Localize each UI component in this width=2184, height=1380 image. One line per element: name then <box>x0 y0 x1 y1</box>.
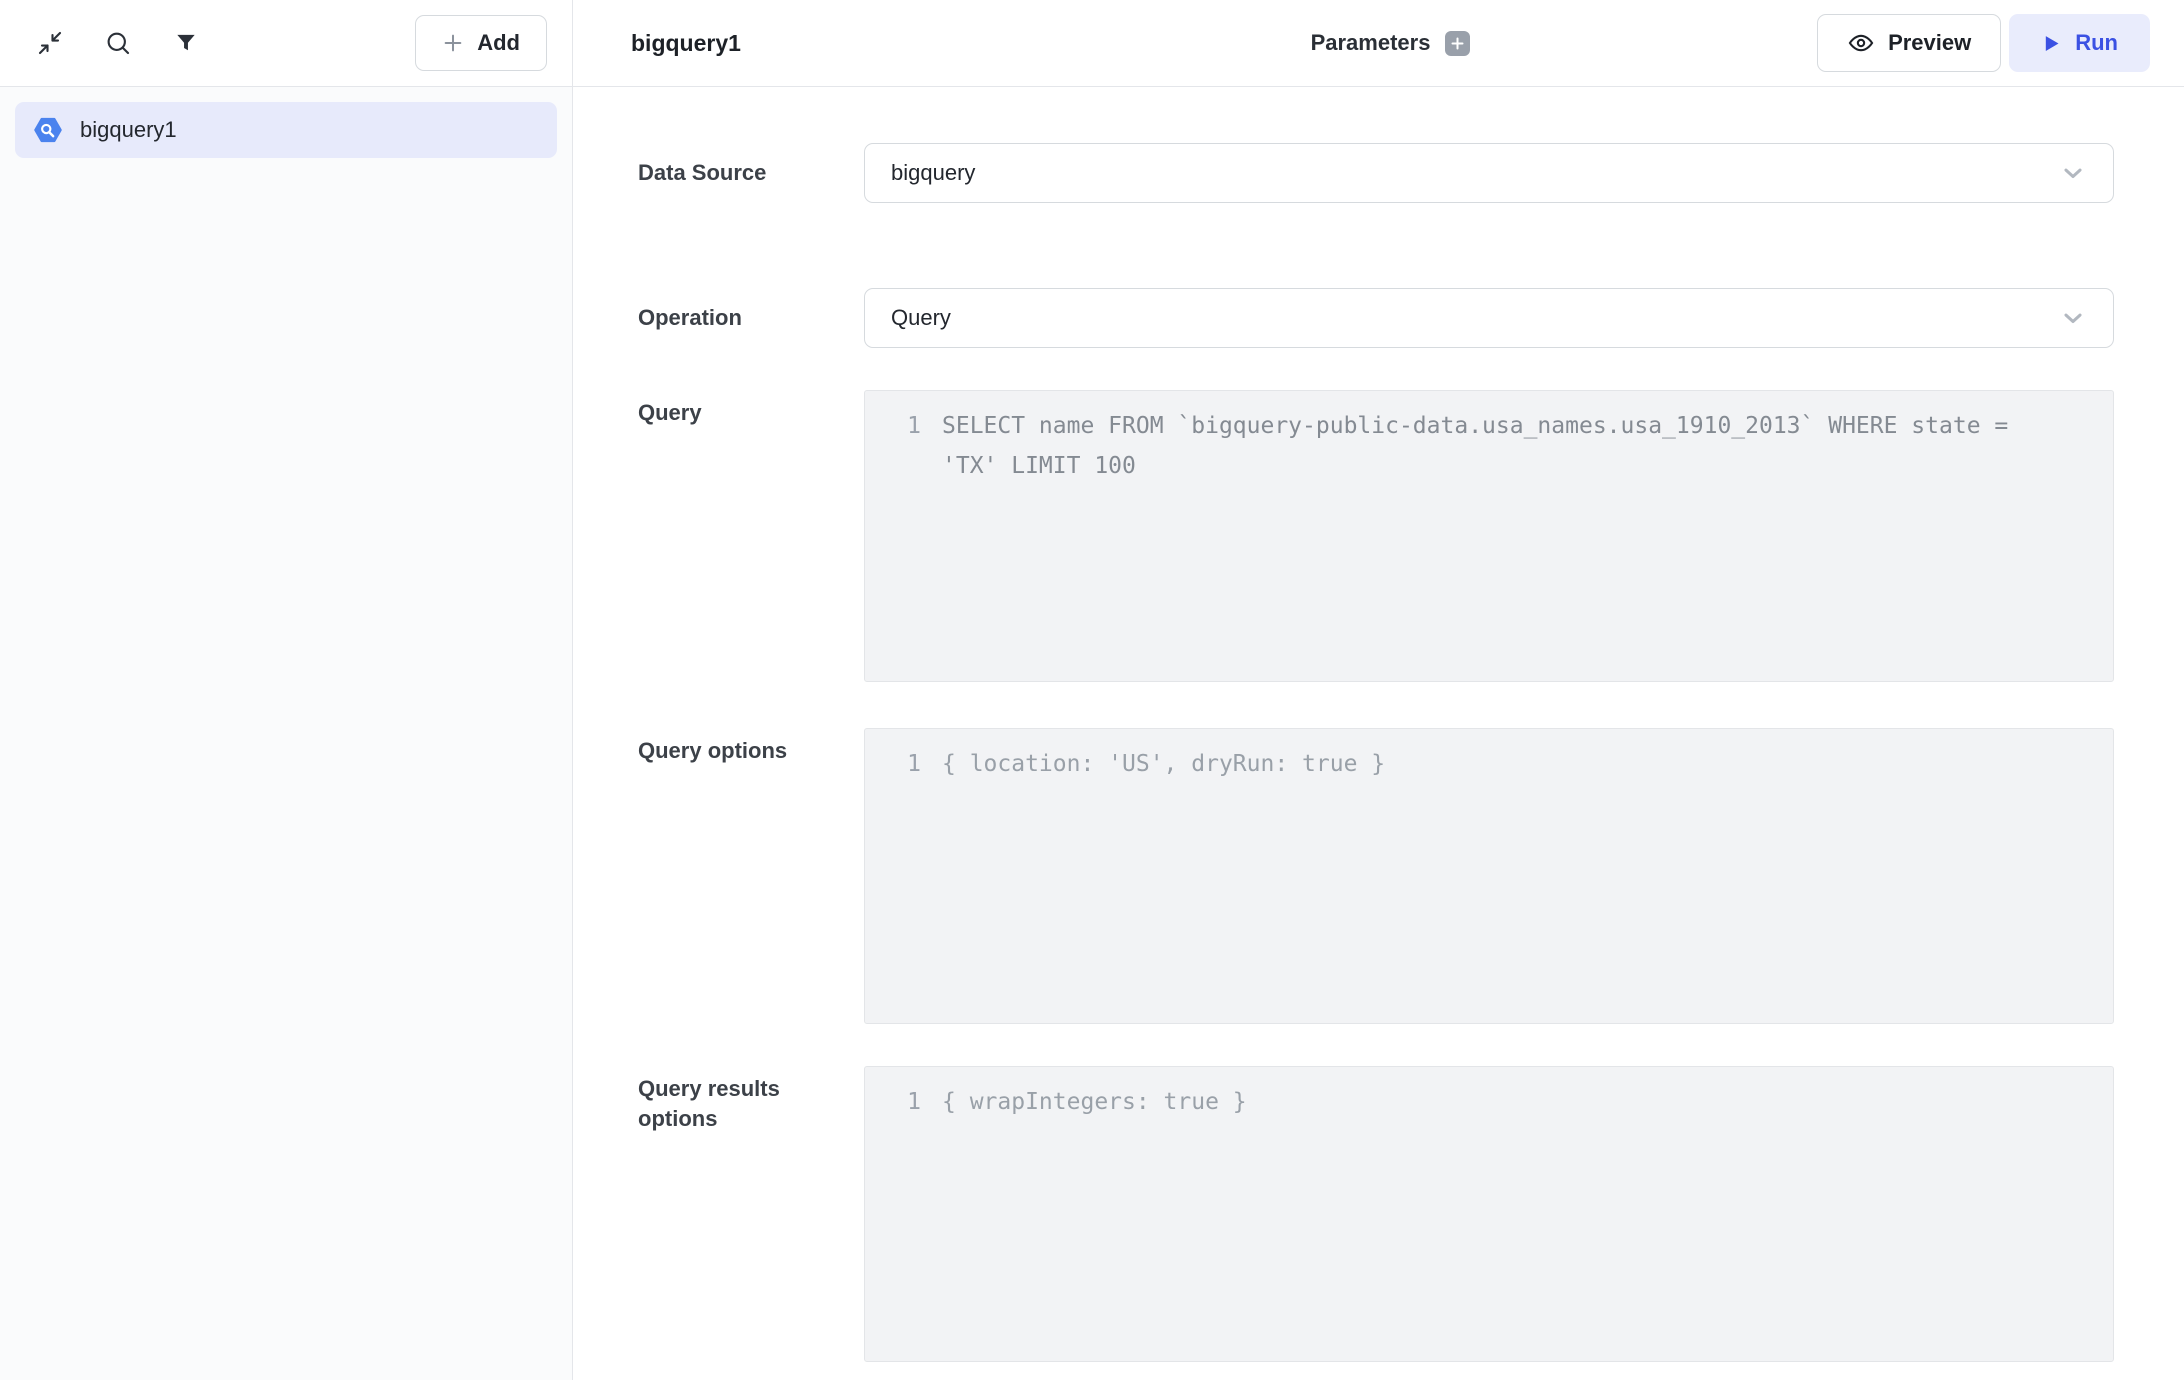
query-code-editor[interactable]: 1 SELECT name FROM `bigquery-public-data… <box>864 390 2114 682</box>
add-button-label: Add <box>477 30 520 56</box>
add-query-button[interactable]: Add <box>415 15 547 71</box>
bigquery-icon <box>33 115 63 145</box>
form-row-query-results-options: Query results options 1 { wrapIntegers: … <box>638 1066 2114 1362</box>
parameters-label: Parameters <box>1311 30 1431 56</box>
query-options-placeholder-text: { location: 'US', dryRun: true } <box>921 744 1415 784</box>
eye-icon <box>1847 29 1875 57</box>
data-source-value: bigquery <box>891 160 2059 186</box>
form-row-query-options: Query options 1 { location: 'US', dryRun… <box>638 728 2114 1024</box>
query-label: Query <box>638 390 808 682</box>
query-results-options-code-editor[interactable]: 1 { wrapIntegers: true } <box>864 1066 2114 1362</box>
sidebar-item-label: bigquery1 <box>80 117 177 143</box>
query-options-label: Query options <box>638 728 808 1024</box>
form-row-query: Query 1 SELECT name FROM `bigquery-publi… <box>638 390 2114 682</box>
query-form: Data Source bigquery Operation <box>573 87 2184 1380</box>
line-number: 1 <box>865 406 921 446</box>
operation-label: Operation <box>638 303 808 333</box>
chevron-down-icon <box>2059 304 2087 332</box>
add-parameter-icon[interactable] <box>1445 31 1470 56</box>
play-icon <box>2041 33 2062 54</box>
chevron-down-icon <box>2059 159 2087 187</box>
app-window: Add bigquery1 bigquery1 <box>0 0 2184 1380</box>
form-row-operation: Operation Query <box>638 288 2114 348</box>
preview-button-label: Preview <box>1888 30 1971 56</box>
query-editor-panel: bigquery1 Parameters <box>573 0 2184 1380</box>
page-title: bigquery1 <box>631 30 741 57</box>
plus-icon <box>442 32 464 54</box>
run-button-label: Run <box>2075 30 2118 56</box>
line-number: 1 <box>865 1082 921 1122</box>
query-list-sidebar: Add bigquery1 <box>0 0 573 1380</box>
operation-value: Query <box>891 305 2059 331</box>
query-list: bigquery1 <box>0 87 572 1380</box>
run-button[interactable]: Run <box>2009 14 2150 72</box>
operation-select[interactable]: Query <box>864 288 2114 348</box>
form-row-data-source: Data Source bigquery <box>638 143 2114 203</box>
filter-icon[interactable] <box>170 27 202 59</box>
editor-header: bigquery1 Parameters <box>573 0 2184 87</box>
sidebar-toolbar: Add <box>0 0 572 87</box>
data-source-select[interactable]: bigquery <box>864 143 2114 203</box>
search-icon[interactable] <box>102 27 134 59</box>
line-number: 1 <box>865 744 921 784</box>
query-results-options-label: Query results options <box>638 1066 808 1362</box>
query-options-code-editor[interactable]: 1 { location: 'US', dryRun: true } <box>864 728 2114 1024</box>
data-source-label: Data Source <box>638 158 808 188</box>
sidebar-item-bigquery1[interactable]: bigquery1 <box>15 102 557 158</box>
query-results-options-placeholder-text: { wrapIntegers: true } <box>921 1082 1277 1122</box>
collapse-panel-icon[interactable] <box>34 27 66 59</box>
query-placeholder-text: SELECT name FROM `bigquery-public-data.u… <box>921 406 2046 486</box>
preview-button[interactable]: Preview <box>1817 14 2001 72</box>
